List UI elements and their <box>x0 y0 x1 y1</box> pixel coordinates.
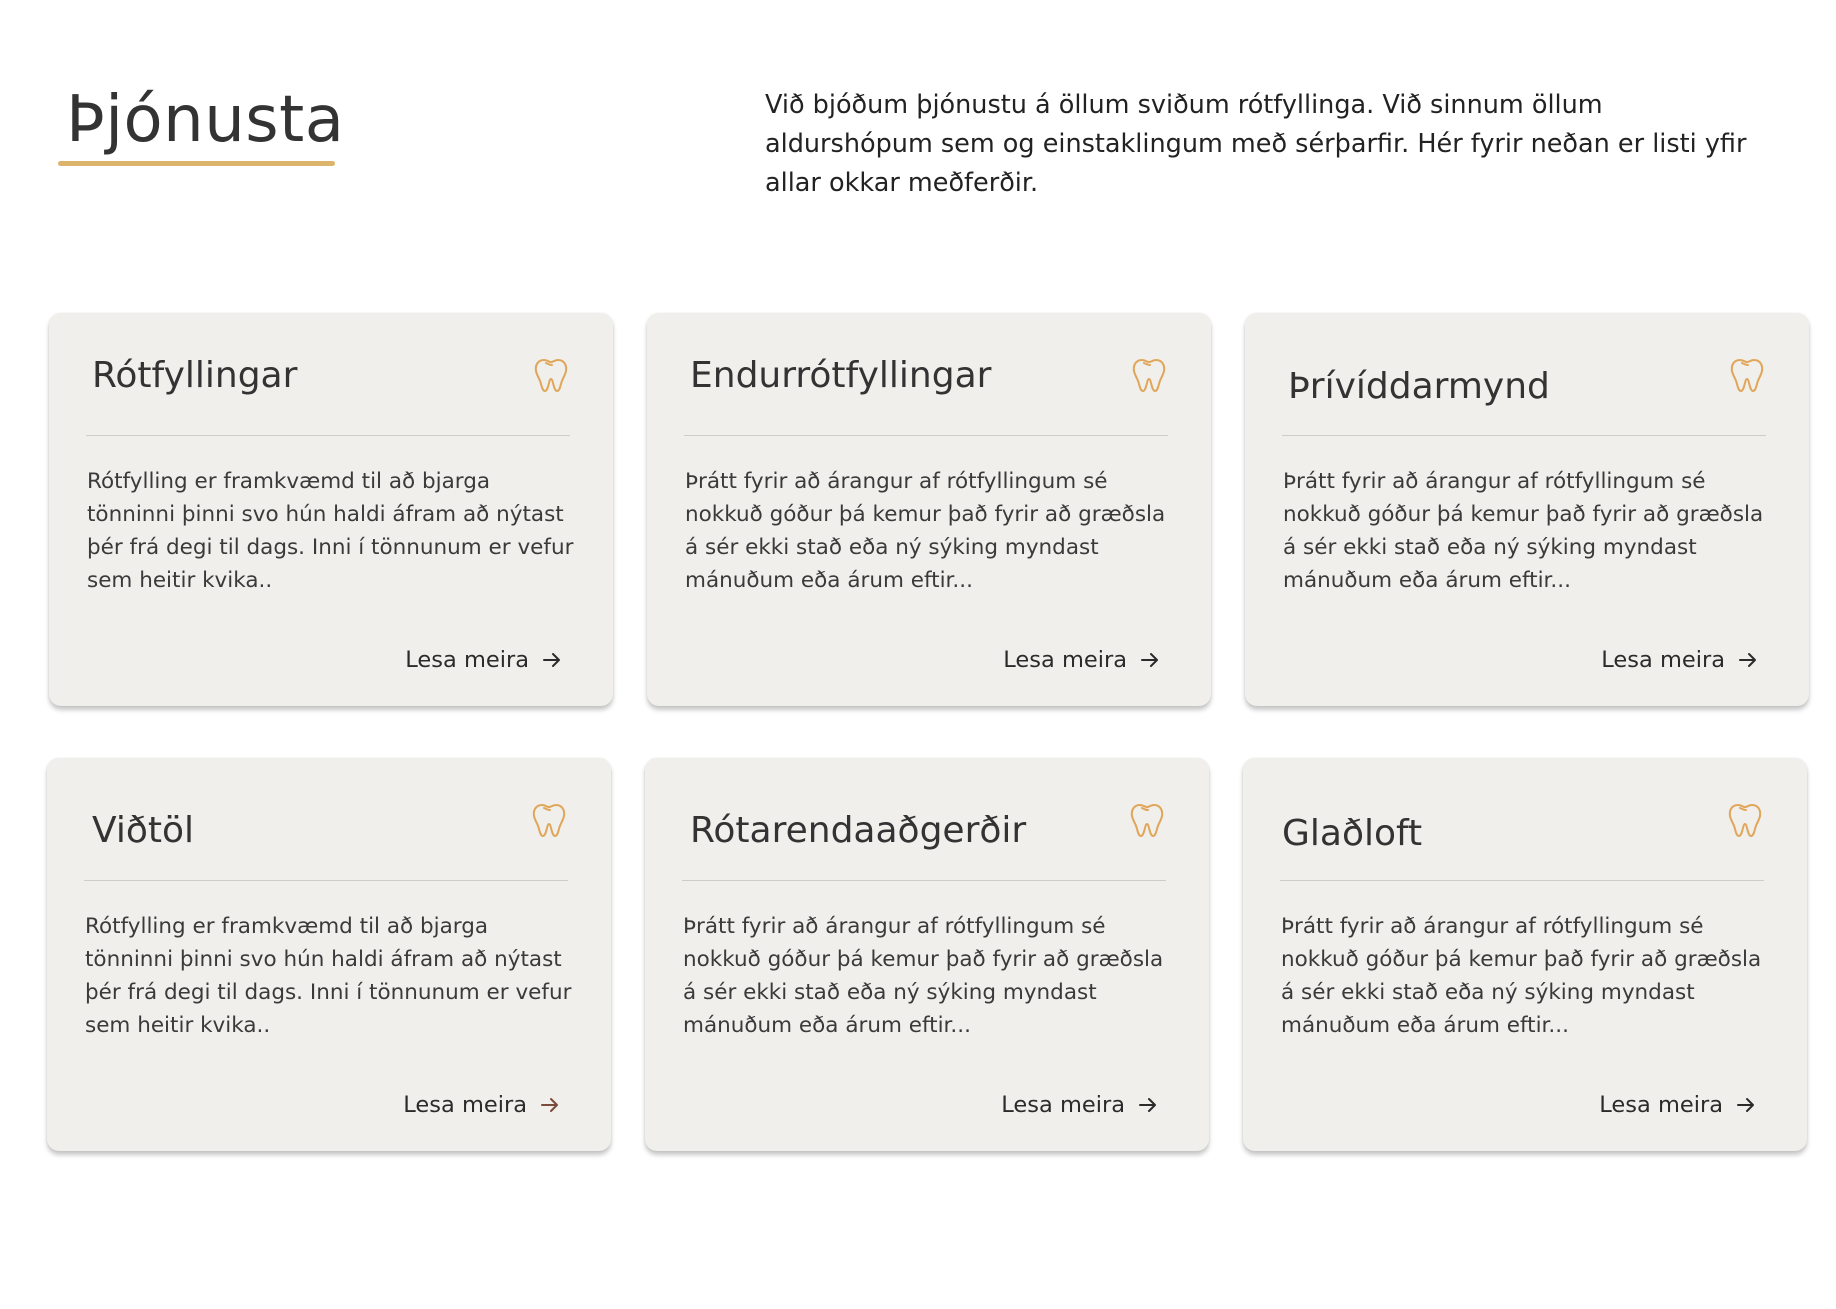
card-divider <box>684 435 1168 436</box>
read-more-label: Lesa meira <box>1599 1092 1723 1118</box>
tooth-icon <box>1129 354 1169 394</box>
card-description: Þrátt fyrir að árangur af rótfyllingum s… <box>1281 914 1762 1038</box>
card-divider <box>682 880 1166 881</box>
card-title: Rótarendaaðgerðir <box>690 810 1027 851</box>
service-card-rotarendaadgerdir[interactable]: Rótarendaaðgerðir Þrátt fyrir að árangur… <box>645 758 1209 1151</box>
read-more-label: Lesa meira <box>403 1092 527 1118</box>
intro-text: Við bjóðum þjónustu á öllum sviðum rótfy… <box>765 90 1747 198</box>
tooth-icon <box>531 354 571 394</box>
read-more-label: Lesa meira <box>405 647 529 673</box>
tooth-icon <box>529 799 569 839</box>
card-description: Rótfylling er framkvæmd til að bjarga tö… <box>87 469 574 593</box>
tooth-icon <box>1127 799 1167 839</box>
card-divider <box>84 880 568 881</box>
card-divider <box>1282 435 1766 436</box>
arrow-right-icon <box>541 649 563 671</box>
read-more-link[interactable]: Lesa meira <box>1599 1090 1757 1120</box>
card-title: Þrívíddarmynd <box>1288 366 1550 407</box>
read-more-link[interactable]: Lesa meira <box>1003 645 1161 675</box>
service-card-endurrotfyllingar[interactable]: Endurrótfyllingar Þrátt fyrir að árangur… <box>647 313 1211 706</box>
read-more-link[interactable]: Lesa meira <box>1001 1090 1159 1120</box>
card-title: Endurrótfyllingar <box>690 355 992 396</box>
arrow-right-icon <box>1139 649 1161 671</box>
service-card-rotfyllingar[interactable]: Rótfyllingar Rótfylling er framkvæmd til… <box>49 313 613 706</box>
tooth-icon <box>1725 799 1765 839</box>
read-more-label: Lesa meira <box>1003 647 1127 673</box>
service-card-gladloft[interactable]: Glaðloft Þrátt fyrir að árangur af rótfy… <box>1243 758 1807 1151</box>
card-description: Rótfylling er framkvæmd til að bjarga tö… <box>85 914 572 1038</box>
arrow-right-icon <box>1737 649 1759 671</box>
arrow-right-icon <box>1735 1094 1757 1116</box>
service-card-thrividdarmynd[interactable]: Þrívíddarmynd Þrátt fyrir að árangur af … <box>1245 313 1809 706</box>
card-title: Glaðloft <box>1282 813 1423 854</box>
read-more-label: Lesa meira <box>1001 1092 1125 1118</box>
card-description: Þrátt fyrir að árangur af rótfyllingum s… <box>683 914 1164 1038</box>
card-description: Þrátt fyrir að árangur af rótfyllingum s… <box>1283 469 1764 593</box>
card-title: Viðtöl <box>92 810 195 851</box>
card-divider <box>1280 880 1764 881</box>
arrow-right-icon <box>1137 1094 1159 1116</box>
tooth-icon <box>1727 354 1767 394</box>
service-card-vidtol[interactable]: Viðtöl Rótfylling er framkvæmd til að bj… <box>47 758 611 1151</box>
card-title: Rótfyllingar <box>92 355 298 396</box>
page-title: Þjónusta <box>66 83 345 157</box>
card-divider <box>86 435 570 436</box>
read-more-link[interactable]: Lesa meira <box>1601 645 1759 675</box>
arrow-right-icon <box>539 1094 561 1116</box>
read-more-link[interactable]: Lesa meira <box>403 1090 561 1120</box>
read-more-link[interactable]: Lesa meira <box>405 645 563 675</box>
title-underline <box>58 161 335 166</box>
card-description: Þrátt fyrir að árangur af rótfyllingum s… <box>685 469 1166 593</box>
read-more-label: Lesa meira <box>1601 647 1725 673</box>
